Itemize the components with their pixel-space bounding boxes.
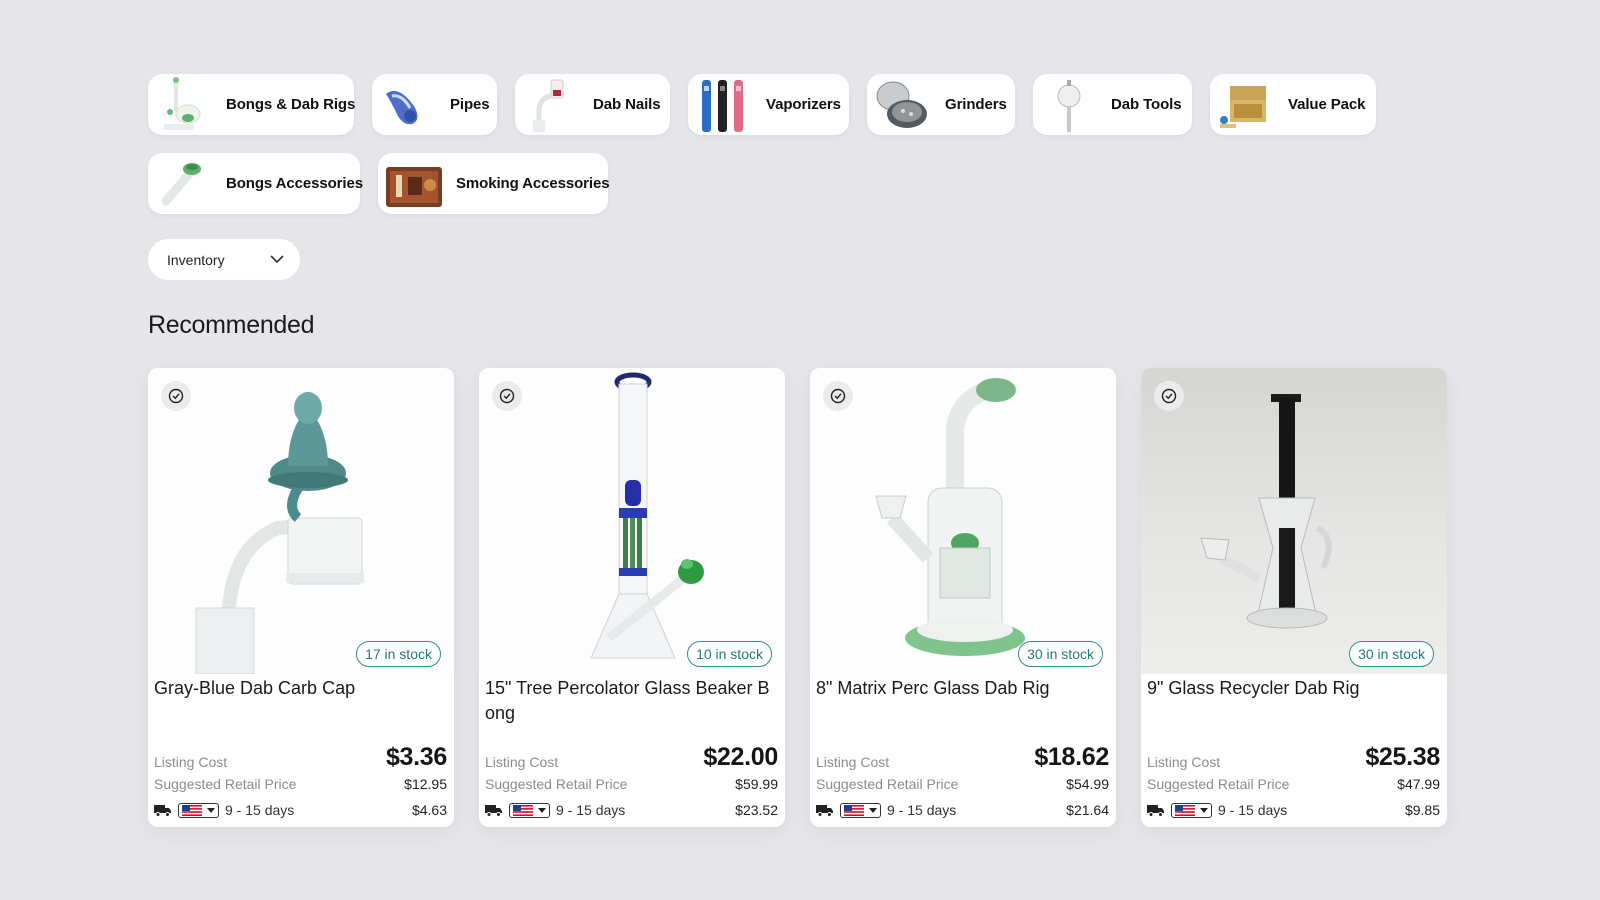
select-check-button[interactable] [161,381,191,411]
truck-icon [154,804,171,817]
category-grinders[interactable]: Grinders [867,74,1015,135]
stock-badge: 17 in stock [356,641,441,667]
us-flag-icon [513,804,533,816]
bong-rig-icon [154,76,212,134]
caret-down-icon [869,807,877,813]
truck-icon [485,804,502,817]
listing-cost-value: $22.00 [703,743,778,771]
category-label: Pipes [450,96,490,113]
truck-icon [1147,804,1164,817]
caret-down-icon [207,807,215,813]
listing-cost-label: Listing Cost [154,754,228,770]
country-select[interactable] [509,802,550,818]
listing-cost-label: Listing Cost [816,754,890,770]
value-pack-icon [1216,76,1274,134]
category-dab-nails[interactable]: Dab Nails [515,74,670,135]
category-label: Bongs Accessories [226,175,363,192]
suggested-retail-value: $12.95 [404,776,447,792]
category-dab-tools[interactable]: Dab Tools [1033,74,1192,135]
listing-cost-value: $3.36 [385,743,447,771]
category-smoking-accessories[interactable]: Smoking Accessories [378,153,610,214]
product-image: 30 in stock [1141,368,1447,674]
product-image: 30 in stock [810,368,1116,674]
product-card[interactable]: 30 in stock 8" Matrix Perc Glass Dab Rig… [810,368,1116,827]
us-flag-icon [844,804,864,816]
stock-badge: 30 in stock [1349,641,1434,667]
shipping-days: 9 - 15 days [225,802,295,818]
country-select[interactable] [840,802,881,818]
country-select[interactable] [178,802,219,818]
stock-badge: 30 in stock [1018,641,1103,667]
shipping-days: 9 - 15 days [556,802,626,818]
category-label: Dab Tools [1111,96,1182,113]
product-image: 17 in stock [148,368,454,674]
product-name: 15" Tree Percolator Glass Beaker Bong [485,678,770,723]
dab-tool-icon [1039,76,1097,134]
suggested-retail-label: Suggested Retail Price [1147,776,1290,792]
truck-icon [816,804,833,817]
select-check-button[interactable] [823,381,853,411]
chevron-down-icon [270,255,284,264]
category-pipes[interactable]: Pipes [372,74,497,135]
shipping-cost: $9.85 [1404,802,1440,818]
category-label: Vaporizers [766,96,841,113]
vaporizer-icon [694,76,752,134]
category-vaporizers[interactable]: Vaporizers [688,74,849,135]
check-circle-icon [1161,388,1177,404]
product-name: Gray-Blue Dab Carb Cap [154,678,356,698]
check-circle-icon [830,388,846,404]
inventory-dropdown-label: Inventory [167,251,225,268]
caret-down-icon [538,807,546,813]
category-value-pack[interactable]: Value Pack [1210,74,1376,135]
suggested-retail-label: Suggested Retail Price [816,776,959,792]
shipping-days: 9 - 15 days [887,802,957,818]
shipping-cost: $4.63 [411,802,447,818]
grinder-icon [873,76,931,134]
product-card[interactable]: 10 in stock 15" Tree Percolator Glass Be… [479,368,785,827]
shipping-cost: $23.52 [735,802,778,818]
suggested-retail-label: Suggested Retail Price [154,776,297,792]
product-name: 9" Glass Recycler Dab Rig [1147,678,1360,698]
suggested-retail-value: $59.99 [735,776,778,792]
shipping-cost: $21.64 [1066,802,1109,818]
category-bongs-dab-rigs[interactable]: Bongs & Dab Rigs [148,74,356,135]
country-select[interactable] [1171,802,1212,818]
listing-cost-label: Listing Cost [485,754,559,770]
listing-cost-value: $18.62 [1034,743,1109,771]
us-flag-icon [182,804,202,816]
select-check-button[interactable] [492,381,522,411]
suggested-retail-value: $54.99 [1066,776,1109,792]
us-flag-icon [1175,804,1195,816]
section-title: Recommended [148,311,315,339]
pipe-icon [378,76,436,134]
product-name: 8" Matrix Perc Glass Dab Rig [816,678,1050,698]
main-content: Bongs & Dab Rigs Pipes Dab Nails Vaporiz… [148,74,1448,839]
product-list: 17 in stock Gray-Blue Dab Carb Cap Listi… [148,368,1448,839]
product-card[interactable]: 30 in stock 9" Glass Recycler Dab Rig Li… [1141,368,1447,827]
category-label: Value Pack [1288,96,1366,113]
select-check-button[interactable] [1154,381,1184,411]
caret-down-icon [1200,807,1208,813]
category-label: Bongs & Dab Rigs [226,96,356,113]
shipping-days: 9 - 15 days [1218,802,1288,818]
stock-badge: 10 in stock [687,641,772,667]
smoking-accessory-icon [384,155,442,213]
suggested-retail-label: Suggested Retail Price [485,776,628,792]
dab-nail-icon [521,76,579,134]
listing-cost-value: $25.38 [1365,743,1440,771]
check-circle-icon [499,388,515,404]
listing-cost-label: Listing Cost [1147,754,1221,770]
bong-accessory-icon [154,155,212,213]
product-image: 10 in stock [479,368,785,674]
suggested-retail-value: $47.99 [1397,776,1440,792]
category-list: Bongs & Dab Rigs Pipes Dab Nails Vaporiz… [148,74,1408,214]
category-label: Smoking Accessories [456,175,610,192]
category-bongs-accessories[interactable]: Bongs Accessories [148,153,363,214]
inventory-dropdown[interactable]: Inventory [148,239,300,280]
check-circle-icon [168,388,184,404]
product-card[interactable]: 17 in stock Gray-Blue Dab Carb Cap Listi… [148,368,454,827]
category-label: Grinders [945,96,1007,113]
category-label: Dab Nails [593,96,661,113]
